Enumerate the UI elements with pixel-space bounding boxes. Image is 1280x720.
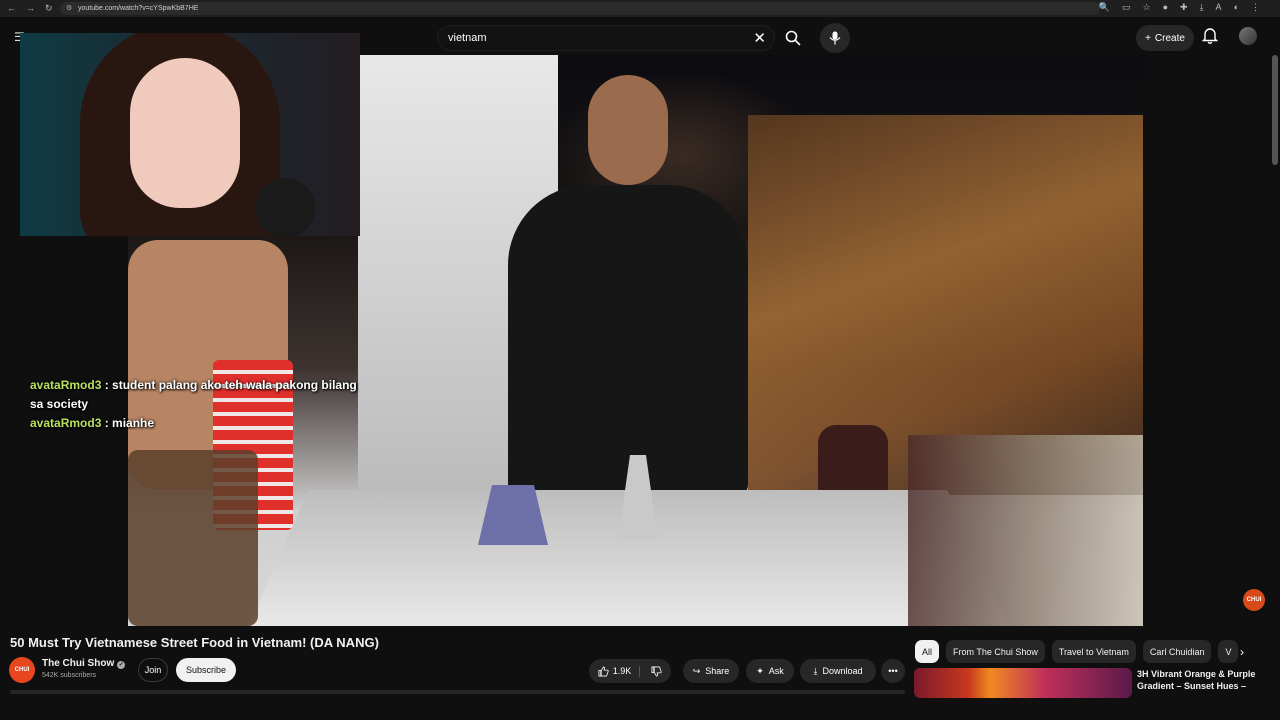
page-scrollbar[interactable] xyxy=(1272,55,1278,165)
recommendation-chips: All From The Chui Show Travel to Vietnam… xyxy=(915,640,1239,663)
like-count: 1.9K xyxy=(612,666,632,676)
ask-label: Ask xyxy=(768,666,784,676)
chat-username: avataRmod3 xyxy=(30,378,102,392)
share-label: Share xyxy=(705,666,730,676)
profile-icon[interactable]: ◐ xyxy=(1234,2,1239,13)
thumbs-up-icon xyxy=(598,666,609,676)
search-icon xyxy=(785,30,801,46)
video-title: 50 Must Try Vietnamese Street Food in Vi… xyxy=(10,635,379,650)
channel-avatar[interactable]: CHUI xyxy=(9,657,35,683)
chip-carl-chuidian[interactable]: Carl Chuidian xyxy=(1142,640,1212,663)
url-text: youtube.com/watch?v=cYSpwKbB7HE xyxy=(78,5,199,12)
video-frame-jar xyxy=(128,450,258,626)
download-label: Download xyxy=(822,666,863,676)
description-edge xyxy=(10,690,905,694)
channel-name-text: The Chui Show xyxy=(42,658,115,669)
bell-icon xyxy=(1201,28,1219,44)
microphone-icon xyxy=(829,31,841,45)
create-label: Create xyxy=(1154,32,1185,44)
stream-chat-overlay: avataRmod3 : student palang ako teh wala… xyxy=(30,376,360,433)
share-icon: ↪ xyxy=(692,665,701,676)
like-dislike-group: 1.9K xyxy=(589,659,671,683)
notifications-button[interactable] xyxy=(1201,27,1219,49)
video-frame-jars xyxy=(908,435,1143,626)
chat-text: mianhe xyxy=(112,416,155,430)
extension-icon[interactable]: ● xyxy=(1163,2,1168,13)
video-frame-vendor xyxy=(508,185,748,495)
webcam-streamer-face xyxy=(130,58,240,208)
verified-icon: ✓ xyxy=(117,661,126,669)
sparkle-icon: ✦ xyxy=(756,665,764,676)
download-icon: ⤓ xyxy=(813,665,818,676)
browser-extensions: 🔍 ▭ ☆ ● ✚ ⤓ A ◐ ⋮ xyxy=(1099,2,1260,13)
browser-nav: ← → ↻ xyxy=(0,3,53,14)
chat-username: avataRmod3 xyxy=(30,416,102,430)
webcam-microphone xyxy=(255,178,315,236)
chip-all[interactable]: All xyxy=(915,640,940,663)
search-button[interactable] xyxy=(778,25,808,51)
downloads-icon[interactable]: ⤓ xyxy=(1200,2,1204,13)
plus-icon: + xyxy=(1145,32,1151,44)
join-button[interactable]: Join xyxy=(138,658,168,682)
video-frame-vendor-head xyxy=(588,75,668,185)
ask-button[interactable]: ✦ Ask xyxy=(746,659,794,683)
voice-search-button[interactable] xyxy=(820,23,850,53)
like-button[interactable]: 1.9K xyxy=(598,665,641,677)
chat-message: avataRmod3 : student palang ako teh wala… xyxy=(30,378,357,411)
channel-name[interactable]: The Chui Show ✓ xyxy=(42,658,126,669)
dislike-button[interactable] xyxy=(645,666,662,677)
site-info-icon[interactable]: ⚙ xyxy=(66,2,72,15)
forward-icon[interactable]: → xyxy=(26,3,35,14)
back-icon[interactable]: ← xyxy=(7,3,16,14)
puzzle-icon[interactable]: ✚ xyxy=(1180,2,1188,13)
reload-icon[interactable]: ↻ xyxy=(45,3,53,14)
search-input[interactable]: vietnam ✕ xyxy=(437,25,775,51)
subscribe-button[interactable]: Subscribe xyxy=(176,658,236,682)
address-bar[interactable]: ⚙ youtube.com/watch?v=cYSpwKbB7HE xyxy=(60,2,1100,15)
account-avatar[interactable] xyxy=(1239,27,1257,45)
clear-search-icon[interactable]: ✕ xyxy=(753,29,766,47)
browser-toolbar: ← → ↻ ⚙ youtube.com/watch?v=cYSpwKbB7HE … xyxy=(0,0,1280,17)
chip-truncated[interactable]: V xyxy=(1218,640,1239,663)
cast-icon[interactable]: ▭ xyxy=(1122,2,1131,13)
channel-watermark[interactable]: CHUI xyxy=(1243,589,1265,611)
more-dots-icon: ••• xyxy=(888,666,898,676)
chip-from-channel[interactable]: From The Chui Show xyxy=(946,640,1045,663)
translate-icon[interactable]: A xyxy=(1216,2,1222,13)
download-button[interactable]: ⤓ Download xyxy=(800,659,876,683)
subscriber-count: 542K subscribers xyxy=(42,672,97,679)
chip-travel-to-vietnam[interactable]: Travel to Vietnam xyxy=(1051,640,1136,663)
more-actions-button[interactable]: ••• xyxy=(881,659,905,683)
webcam-overlay xyxy=(20,33,360,236)
zoom-icon[interactable]: 🔍 xyxy=(1099,2,1110,13)
recommended-video-thumbnail[interactable] xyxy=(914,668,1132,698)
thumbs-down-icon xyxy=(651,666,662,676)
chevron-right-icon[interactable]: › xyxy=(1240,645,1244,659)
chat-message: avataRmod3 : mianhe xyxy=(30,416,155,430)
create-button[interactable]: + Create xyxy=(1136,25,1194,51)
menu-dots-icon[interactable]: ⋮ xyxy=(1251,2,1260,13)
bookmark-star-icon[interactable]: ☆ xyxy=(1143,2,1151,13)
share-button[interactable]: ↪ Share xyxy=(683,659,739,683)
search-query: vietnam xyxy=(448,32,487,44)
recommended-video-title[interactable]: 3H Vibrant Orange & Purple Gradient – Su… xyxy=(1137,668,1267,692)
